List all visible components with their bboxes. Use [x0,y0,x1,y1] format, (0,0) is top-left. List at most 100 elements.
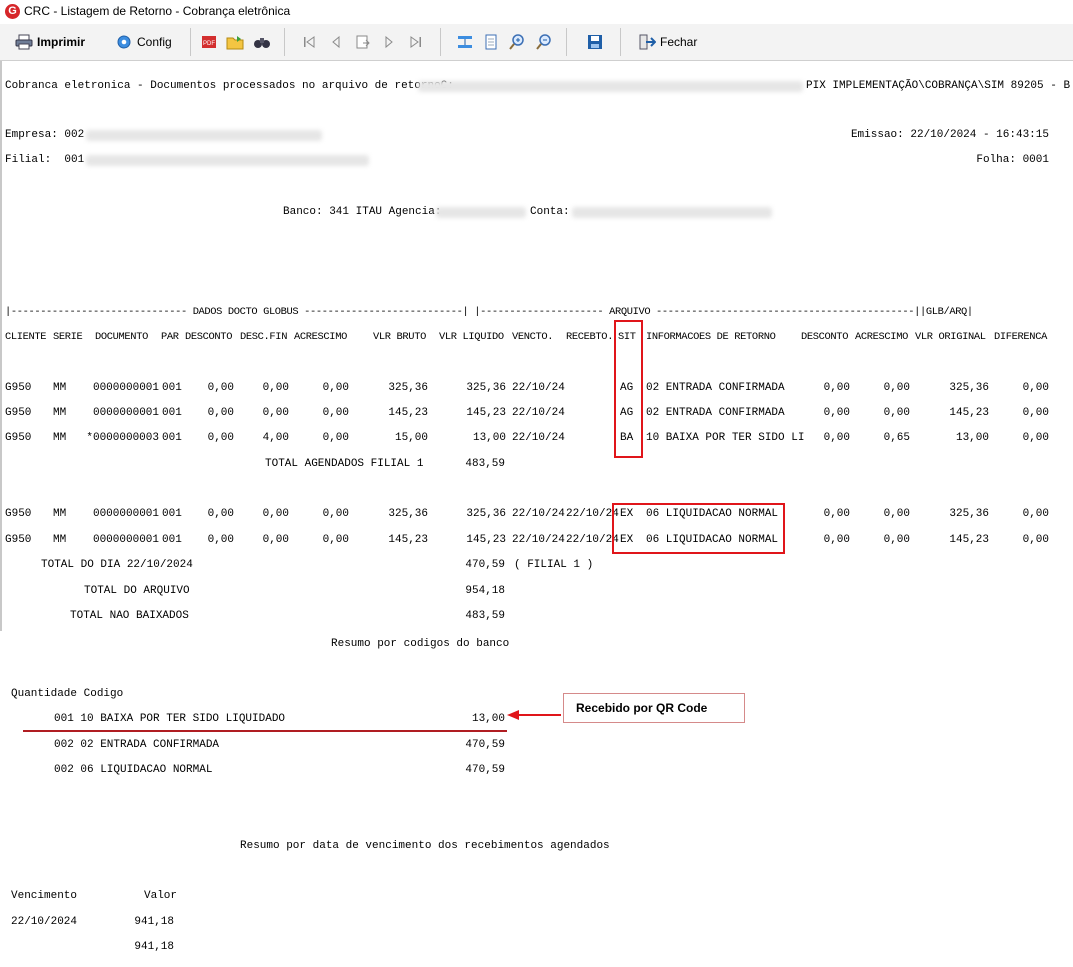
report-left-edge [0,61,2,631]
total-dia-label: TOTAL DO DIA 22/10/2024 [41,559,193,571]
redacted-empresa [86,130,322,141]
table-cell-desconto2: 0,00 [823,534,850,546]
table-cell-desconto2: 0,00 [823,432,850,444]
resumo-line: 002 06 LIQUIDACAO NORMAL [54,764,213,776]
filial-label: Filial: 001 [5,154,85,166]
config-label: Config [137,35,172,49]
table-cell-par: 001 [162,534,182,546]
report-view[interactable]: Cobranca eletronica - Documentos process… [0,61,1073,967]
title-bar: G CRC - Listagem de Retorno - Cobrança e… [0,0,1073,24]
column-header: DOCUMENTO [95,331,148,343]
table-cell-serie: MM [53,407,67,419]
emissao: Emissao: 22/10/2024 - 16:43:15 [850,129,1049,141]
table-cell-desconto: 0,00 [207,382,234,394]
table-cell-acrescimo2: 0,00 [883,407,910,419]
table-cell-acrescimo: 0,00 [322,508,349,520]
zoom-out-icon[interactable] [534,32,554,52]
table-cell-recebto: 22/10/24 [566,534,619,546]
liquidacao-highlight [612,503,785,554]
total-arquivo-value: 954,18 [465,585,505,597]
open-folder-icon[interactable] [225,32,245,52]
export-pdf-icon[interactable]: PDF [199,32,219,52]
table-cell-documento: 0000000001 [92,407,159,419]
qr-code-callout: Recebido por QR Code [563,693,745,723]
table-cell-serie: MM [53,508,67,520]
table-cell-diferenca: 0,00 [1022,534,1049,546]
table-cell-documento: 0000000001 [92,534,159,546]
toolbar-separator [620,28,621,56]
table-cell-acrescimo2: 0,65 [883,432,910,444]
table-cell-desc-fin: 0,00 [262,534,289,546]
arrow-icon [507,710,561,720]
venc-row-data: 22/10/2024 [11,916,78,928]
table-cell-acrescimo2: 0,00 [883,382,910,394]
table-cell-vlr-bruto: 325,36 [388,508,428,520]
last-page-icon[interactable] [405,32,425,52]
page-width-icon[interactable] [455,32,475,52]
table-cell-vlr-bruto: 15,00 [394,432,428,444]
next-page-icon[interactable] [379,32,399,52]
conta-label: Conta: [530,206,570,218]
column-header: ACRESCIMO [294,331,347,343]
column-header: CLIENTE [5,331,47,343]
table-cell-acrescimo: 0,00 [322,534,349,546]
resumo-underline [23,730,507,732]
table-cell-par: 001 [162,407,182,419]
column-header: VLR ORIGINAL [915,331,986,343]
sit-column-highlight [614,320,643,458]
table-cell-cliente: G950 [5,382,32,394]
print-label: Imprimir [37,35,86,49]
table-cell-vlr-liquido: 145,23 [466,407,506,419]
total-agendados-label: TOTAL AGENDADOS FILIAL 1 [265,458,424,470]
column-header: PAR [161,331,179,343]
table-cell-desc-fin: 0,00 [262,407,289,419]
toolbar-separator [566,28,567,56]
total-arquivo-label: TOTAL DO ARQUIVO [84,585,190,597]
table-cell-serie: MM [53,432,67,444]
total-nao-baixados-value: 483,59 [465,610,505,622]
report-title-prefix: Cobranca eletronica - Documentos process… [5,80,454,92]
toolbar: Imprimir Config PDF Fechar [0,24,1073,61]
table-cell-par: 001 [162,508,182,520]
column-header: ACRESCIMO [855,331,908,343]
window-title: CRC - Listagem de Retorno - Cobrança ele… [24,4,291,18]
print-button[interactable]: Imprimir [14,30,85,54]
zoom-in-icon[interactable] [507,32,527,52]
close-label: Fechar [660,35,698,49]
exit-door-icon [637,32,657,52]
folha: Folha: 0001 [976,154,1049,166]
table-cell-vencto: 22/10/24 [512,407,565,419]
first-page-icon[interactable] [300,32,320,52]
redacted-filial [86,155,369,166]
table-cell-desconto2: 0,00 [823,508,850,520]
table-cell-desconto2: 0,00 [823,382,850,394]
table-cell-vlr-original: 13,00 [955,432,989,444]
table-cell-diferenca: 0,00 [1022,407,1049,419]
previous-page-icon[interactable] [326,32,346,52]
total-agendados-value: 483,59 [465,458,505,470]
table-cell-info: 02 ENTRADA CONFIRMADA [646,407,785,419]
empresa-label: Empresa: 002 [5,129,85,141]
whole-page-icon[interactable] [481,32,501,52]
table-cell-par: 001 [162,382,182,394]
column-header: VLR LIQUIDO [439,331,504,343]
find-binoculars-icon[interactable] [252,32,272,52]
resumo-codigos-title: Resumo por codigos do banco [331,638,510,650]
app-logo-icon: G [5,4,20,19]
column-header: DESCONTO [801,331,849,343]
config-button[interactable]: Config [114,30,172,54]
table-cell-acrescimo: 0,00 [322,382,349,394]
table-cell-acrescimo2: 0,00 [883,534,910,546]
table-cell-diferenca: 0,00 [1022,432,1049,444]
resumo-vencimento-title: Resumo por data de vencimento dos recebi… [240,840,610,852]
table-cell-vencto: 22/10/24 [512,534,565,546]
table-cell-vlr-bruto: 145,23 [388,534,428,546]
close-button[interactable]: Fechar [637,30,697,54]
table-cell-vlr-original: 145,23 [949,534,989,546]
venc-header-vencimento: Vencimento [11,890,78,902]
go-to-page-icon[interactable] [353,32,373,52]
save-icon[interactable] [585,32,605,52]
toolbar-separator [284,28,285,56]
toolbar-separator [190,28,191,56]
table-cell-acrescimo2: 0,00 [883,508,910,520]
